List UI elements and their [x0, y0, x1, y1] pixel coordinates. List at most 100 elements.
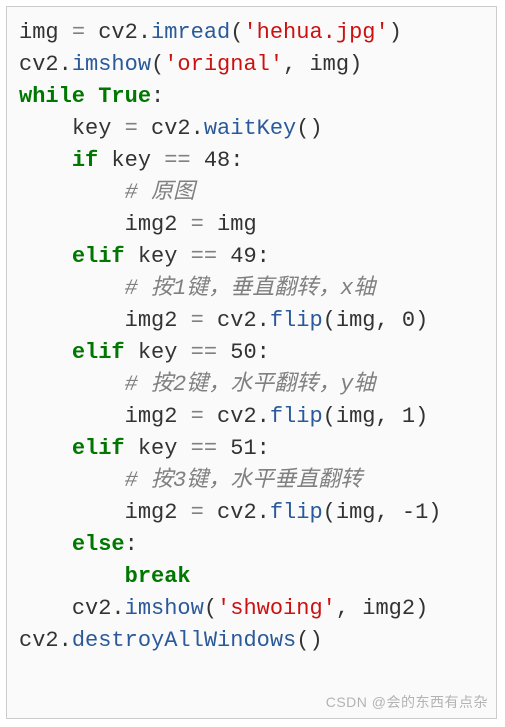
code-token: destroyAllWindows: [72, 628, 296, 653]
code-token: .: [138, 20, 151, 45]
code-token: flip: [270, 308, 323, 333]
code-token: :: [257, 436, 270, 461]
code-token: =: [191, 500, 204, 525]
code-token: ): [309, 628, 322, 653]
code-token: img2: [125, 404, 178, 429]
code-token: :: [257, 340, 270, 365]
code-token: .: [191, 116, 204, 141]
code-token: :: [257, 244, 270, 269]
watermark-text: CSDN @会的东西有点杂: [326, 692, 488, 712]
code-token: 0: [402, 308, 415, 333]
code-token: imshow: [72, 52, 151, 77]
code-token: ,: [375, 500, 388, 525]
code-token: (: [323, 404, 336, 429]
code-token: while: [19, 84, 85, 109]
code-token: 48: [204, 148, 230, 173]
code-token: img: [336, 500, 376, 525]
code-token: 50: [230, 340, 256, 365]
code-token: imshow: [125, 596, 204, 621]
code-token: cv2: [19, 52, 59, 77]
code-token: img: [19, 20, 59, 45]
code-token: cv2: [151, 116, 191, 141]
code-token: .: [257, 404, 270, 429]
code-token: True: [98, 84, 151, 109]
code-token: 1: [402, 404, 415, 429]
code-token: 'hehua.jpg': [243, 20, 388, 45]
code-token: ,: [375, 308, 388, 333]
code-token: cv2: [72, 596, 112, 621]
code-token: ,: [336, 596, 349, 621]
code-token: key: [72, 116, 112, 141]
code-token: img2: [125, 212, 178, 237]
code-token: ): [415, 596, 428, 621]
code-token: img2: [362, 596, 415, 621]
code-block: img = cv2.imread('hehua.jpg') cv2.imshow…: [6, 6, 497, 719]
code-token: 'orignal': [164, 52, 283, 77]
code-token: key: [138, 436, 178, 461]
code-token: ): [389, 20, 402, 45]
code-token: cv2: [98, 20, 138, 45]
code-token: (: [151, 52, 164, 77]
code-token: elif: [72, 340, 125, 365]
code-token: :: [230, 148, 243, 173]
code-token: ,: [375, 404, 388, 429]
code-token: img: [217, 212, 257, 237]
code-token: ==: [164, 148, 190, 173]
code-token: imread: [151, 20, 230, 45]
code-token: =: [72, 20, 85, 45]
code-token: ): [309, 116, 322, 141]
code-token: ==: [191, 436, 217, 461]
code-token: ): [349, 52, 362, 77]
code-token: flip: [270, 404, 323, 429]
code-token: =: [191, 308, 204, 333]
code-token: ): [415, 308, 428, 333]
code-token: .: [59, 628, 72, 653]
code-token: cv2: [217, 500, 257, 525]
code-token: key: [138, 244, 178, 269]
code-token: (: [296, 628, 309, 653]
code-token: if: [72, 148, 98, 173]
code-token: img2: [125, 500, 178, 525]
code-token: img: [336, 404, 376, 429]
code-token: img: [336, 308, 376, 333]
code-token: .: [111, 596, 124, 621]
code-token: cv2: [217, 404, 257, 429]
code-comment: # 按2键，水平翻转，y轴: [125, 372, 376, 397]
code-token: 49: [230, 244, 256, 269]
code-token: img2: [125, 308, 178, 333]
code-token: key: [138, 340, 178, 365]
code-token: ,: [283, 52, 296, 77]
code-token: :: [151, 84, 164, 109]
code-comment: # 按3键，水平垂直翻转: [125, 468, 363, 493]
code-token: =: [191, 212, 204, 237]
code-token: (: [296, 116, 309, 141]
code-token: 51: [230, 436, 256, 461]
code-comment: # 按1键，垂直翻转，x轴: [125, 276, 376, 301]
code-token: (: [230, 20, 243, 45]
code-token: flip: [270, 500, 323, 525]
code-token: img: [309, 52, 349, 77]
code-token: cv2: [217, 308, 257, 333]
code-token: =: [125, 116, 138, 141]
code-token: elif: [72, 436, 125, 461]
code-token: waitKey: [204, 116, 296, 141]
code-token: ==: [191, 244, 217, 269]
code-token: .: [257, 500, 270, 525]
code-token: .: [257, 308, 270, 333]
code-token: cv2: [19, 628, 59, 653]
code-token: (: [323, 308, 336, 333]
code-token: ==: [191, 340, 217, 365]
code-token: -1: [402, 500, 428, 525]
code-token: (: [204, 596, 217, 621]
code-token: 'shwoing': [217, 596, 336, 621]
code-token: elif: [72, 244, 125, 269]
code-token: ): [428, 500, 441, 525]
code-comment: # 原图: [125, 180, 195, 205]
code-token: break: [125, 564, 191, 589]
code-token: :: [125, 532, 138, 557]
code-token: =: [191, 404, 204, 429]
code-token: (: [323, 500, 336, 525]
code-token: .: [59, 52, 72, 77]
code-content: img = cv2.imread('hehua.jpg') cv2.imshow…: [19, 17, 486, 657]
code-token: key: [111, 148, 151, 173]
